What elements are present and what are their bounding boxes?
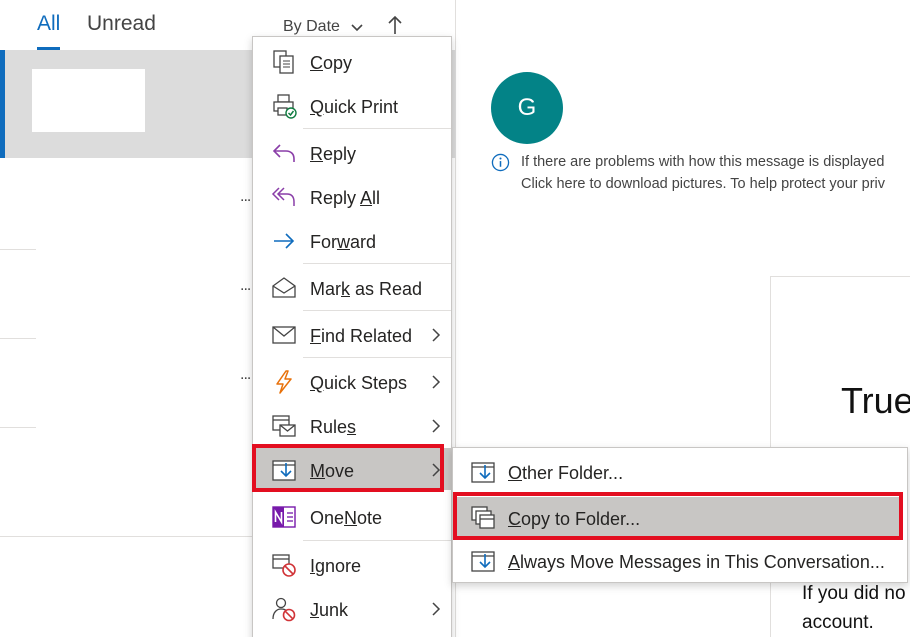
outlook-window: All Unread By Date ... ... ... G If ther… bbox=[0, 0, 910, 637]
other-folder-icon bbox=[471, 462, 495, 483]
reply-icon bbox=[272, 144, 295, 162]
menu-item-reply-all[interactable]: Reply All bbox=[253, 175, 451, 217]
row-divider bbox=[0, 338, 36, 339]
menu-separator bbox=[303, 263, 451, 264]
email-body-text: account. bbox=[802, 612, 874, 633]
menu-item-move[interactable]: Move bbox=[253, 448, 451, 490]
sort-direction-icon[interactable] bbox=[386, 14, 404, 36]
message-row-dots: ... bbox=[240, 188, 251, 205]
rules-icon bbox=[272, 415, 296, 437]
reply-all-icon bbox=[271, 187, 295, 206]
submenu-chevron-icon bbox=[432, 602, 441, 616]
submenu-item-other-folder[interactable]: Other Folder... bbox=[457, 451, 903, 491]
message-row-dots: ... bbox=[240, 277, 251, 294]
menu-item-quick-steps[interactable]: Quick Steps bbox=[253, 360, 451, 402]
menu-item-forward[interactable]: Forward bbox=[253, 219, 451, 261]
onenote-icon bbox=[272, 506, 296, 528]
email-body-text: If you did no bbox=[802, 583, 906, 604]
menu-item-onenote[interactable]: OneNote bbox=[253, 495, 451, 537]
submenu-chevron-icon bbox=[432, 375, 441, 389]
envelope-icon bbox=[272, 326, 296, 344]
menu-item-mark-as-read[interactable]: Mark as Read bbox=[253, 266, 451, 308]
menu-separator bbox=[303, 128, 451, 129]
submenu-chevron-icon bbox=[432, 463, 441, 477]
always-move-icon bbox=[471, 551, 495, 572]
sort-by-date-button[interactable]: By Date bbox=[283, 18, 340, 36]
sender-image-placeholder bbox=[32, 69, 145, 132]
menu-item-ignore[interactable]: Ignore bbox=[253, 543, 451, 585]
message-row-dots: ... bbox=[240, 366, 251, 383]
tab-all[interactable]: All bbox=[37, 12, 61, 50]
info-bar-download-pictures[interactable]: Click here to download pictures. To help… bbox=[521, 176, 885, 192]
menu-item-rules[interactable]: Rules bbox=[253, 404, 451, 446]
chevron-down-icon[interactable] bbox=[350, 22, 364, 34]
menu-item-quick-print[interactable]: Quick Print bbox=[253, 84, 451, 126]
tab-unread[interactable]: Unread bbox=[87, 12, 156, 36]
submenu-chevron-icon bbox=[432, 419, 441, 433]
submenu-item-always-move[interactable]: Always Move Messages in This Conversatio… bbox=[457, 540, 903, 580]
move-icon bbox=[272, 460, 296, 481]
selection-accent-bar bbox=[0, 50, 5, 158]
move-submenu: Other Folder... Copy to Folder... Always… bbox=[452, 447, 908, 583]
ignore-icon bbox=[272, 554, 296, 577]
row-divider bbox=[0, 536, 253, 537]
menu-item-reply[interactable]: Reply bbox=[253, 131, 451, 173]
menu-item-find-related[interactable]: Find Related bbox=[253, 313, 451, 355]
menu-separator bbox=[303, 357, 451, 358]
email-heading: True bbox=[841, 380, 910, 421]
info-icon bbox=[491, 153, 510, 172]
copy-to-folder-icon bbox=[471, 506, 495, 529]
menu-separator bbox=[303, 540, 451, 541]
menu-separator bbox=[303, 310, 451, 311]
submenu-item-copy-to-folder[interactable]: Copy to Folder... bbox=[457, 497, 903, 537]
menu-item-junk[interactable]: Junk bbox=[253, 587, 451, 629]
submenu-chevron-icon bbox=[432, 328, 441, 342]
junk-icon bbox=[272, 597, 296, 622]
quick-print-icon bbox=[273, 94, 297, 119]
info-bar-display-notice[interactable]: If there are problems with how this mess… bbox=[521, 154, 884, 170]
row-divider bbox=[0, 249, 36, 250]
context-menu: Copy Quick Print Reply Reply All Forward… bbox=[252, 36, 452, 637]
copy-icon bbox=[273, 50, 294, 74]
forward-icon bbox=[274, 233, 295, 249]
envelope-open-icon bbox=[272, 277, 296, 298]
lightning-icon bbox=[276, 370, 292, 394]
row-divider bbox=[0, 427, 36, 428]
menu-item-copy[interactable]: Copy bbox=[253, 40, 451, 82]
sender-avatar[interactable]: G bbox=[491, 72, 563, 144]
